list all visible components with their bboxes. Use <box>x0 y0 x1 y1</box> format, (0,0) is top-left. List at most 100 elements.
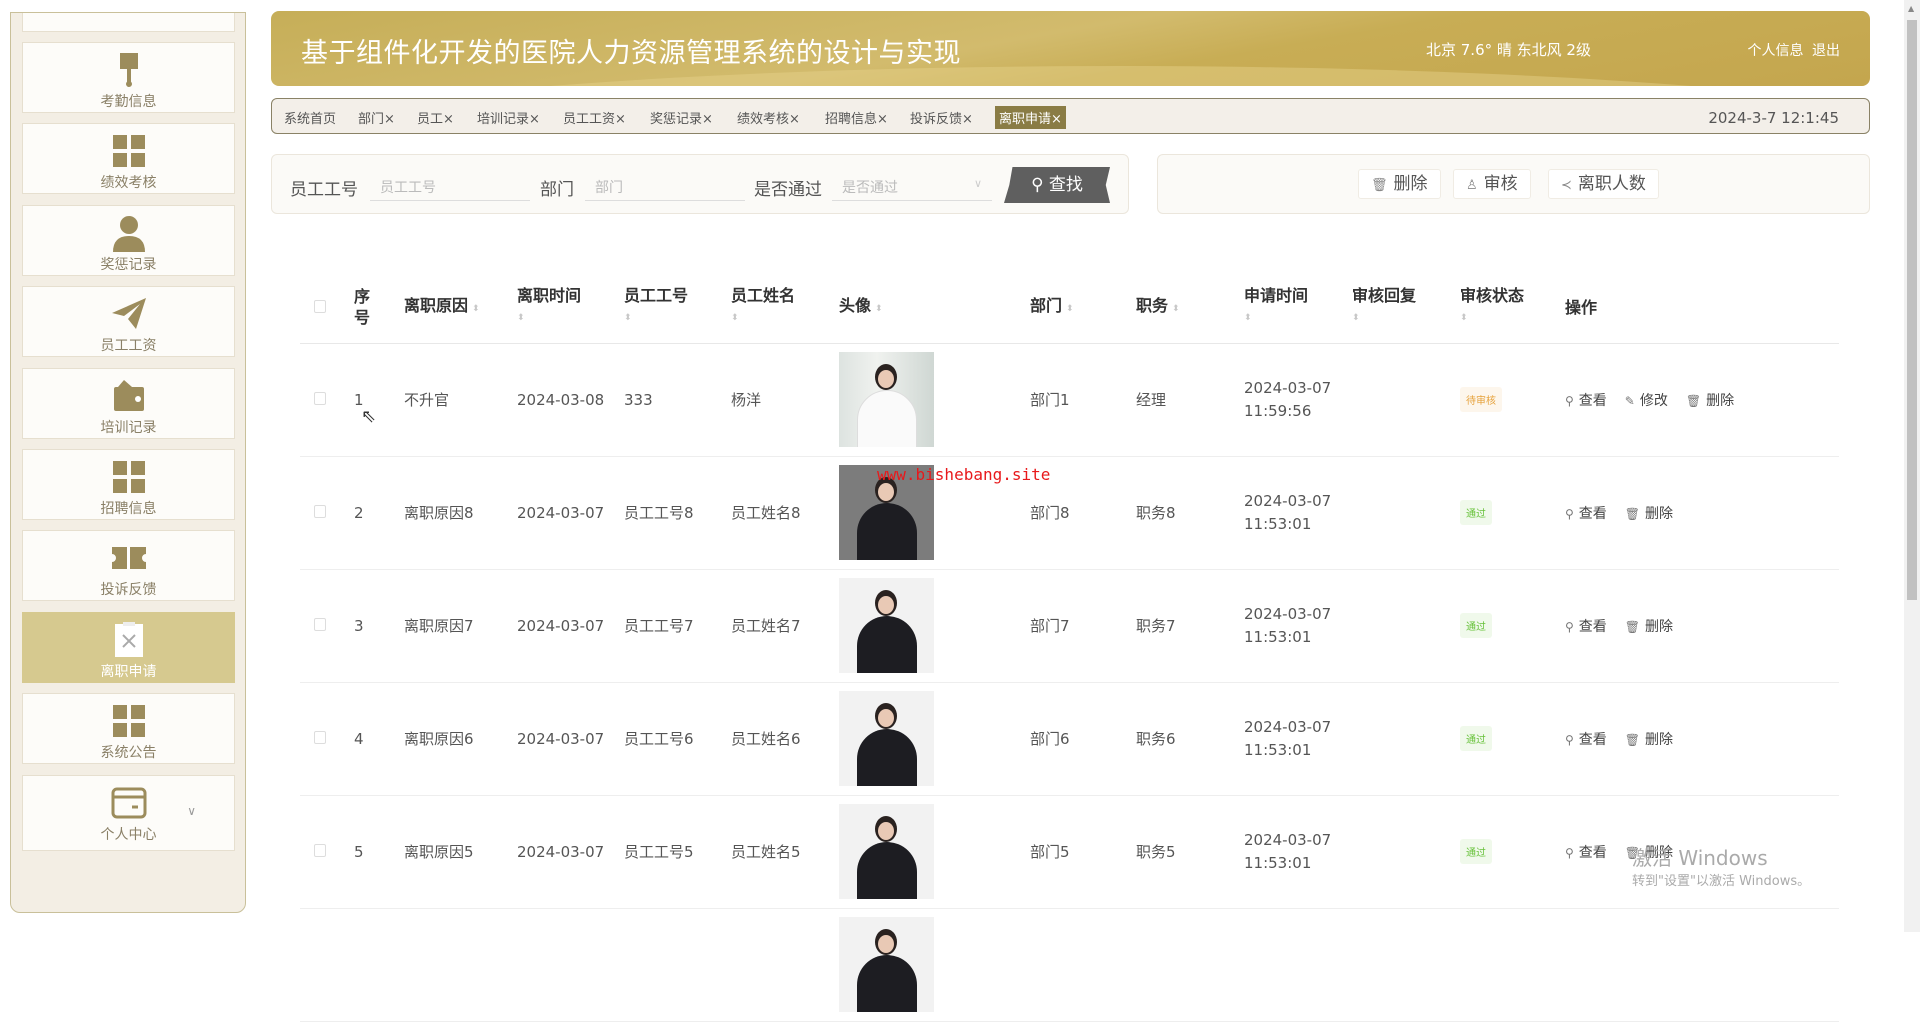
sort-icon[interactable]: ⬍ <box>1352 308 1451 329</box>
column-header[interactable]: 离职原因 ⬍ <box>395 272 508 344</box>
tab-4[interactable]: 员工工资× <box>563 108 626 127</box>
row-reply <box>1343 795 1451 909</box>
resign-count-button[interactable]: ≺ 离职人数 <box>1548 169 1659 199</box>
clock: 2024-3-7 12:1:45 <box>1708 109 1839 127</box>
column-header[interactable]: 员工姓名 ⬍ <box>722 272 830 344</box>
view-button[interactable]: ⚲ 查看 <box>1565 732 1607 748</box>
clipboard-x-icon <box>110 621 148 659</box>
sort-icon[interactable]: ⬍ <box>472 304 480 314</box>
row-checkbox[interactable] <box>314 391 326 405</box>
status-badge: 待审核 <box>1460 387 1502 412</box>
avatar[interactable] <box>839 352 934 447</box>
grid-icon <box>110 132 148 170</box>
select-all-checkbox[interactable] <box>314 299 326 313</box>
tab-5[interactable]: 奖惩记录× <box>650 108 713 127</box>
delete-button[interactable]: 🗑 删除 <box>1625 619 1673 635</box>
find-button[interactable]: ⚲ 查找 <box>1004 167 1110 203</box>
row-job: 职务7 <box>1127 569 1235 683</box>
scroll-up-icon[interactable]: ▲ <box>1908 4 1914 13</box>
batch-delete-button[interactable]: 🗑 删除 <box>1358 169 1441 199</box>
chevron-down-icon[interactable]: ∨ <box>187 804 196 818</box>
sidebar-item-3[interactable]: 员工工资 <box>22 286 235 358</box>
sidebar-item-5[interactable]: 招聘信息 <box>22 449 235 520</box>
sort-icon[interactable]: ⬍ <box>731 308 830 329</box>
logout-link[interactable]: 退出 <box>1812 43 1840 59</box>
tab-8[interactable]: 投诉反馈× <box>910 108 973 127</box>
scrollbar-thumb[interactable] <box>1907 20 1917 600</box>
avatar[interactable] <box>839 578 934 673</box>
column-header[interactable]: 序号 <box>345 272 395 344</box>
row-job: 职务5 <box>1127 795 1235 909</box>
column-header[interactable]: 部门 ⬍ <box>1021 272 1127 344</box>
delete-button[interactable]: 🗑 删除 <box>1625 506 1673 522</box>
row-resign-time: 2024-03-07 <box>508 795 615 909</box>
delete-label: 删除 <box>1645 505 1674 522</box>
delete-button[interactable]: 🗑 删除 <box>1686 393 1734 409</box>
column-header[interactable]: 离职时间 ⬍ <box>508 272 615 344</box>
tab-6[interactable]: 绩效考核× <box>737 108 800 127</box>
tab-3[interactable]: 培训记录× <box>477 108 540 127</box>
column-header[interactable]: 审核回复 ⬍ <box>1343 272 1451 344</box>
table-row: 5 离职原因5 2024-03-07 员工工号5 员工姓名5 部门5 职务5 2… <box>300 795 1839 909</box>
view-button[interactable]: ⚲ 查看 <box>1565 619 1607 635</box>
avatar[interactable] <box>839 804 934 899</box>
sidebar-item-4[interactable]: 培训记录 <box>22 367 235 439</box>
avatar[interactable] <box>839 916 934 1012</box>
row-checkbox[interactable] <box>314 617 326 631</box>
delete-button[interactable]: 🗑 删除 <box>1625 732 1673 748</box>
row-apply-date: 2024-03-07 <box>1244 830 1332 849</box>
column-header[interactable]: 审核状态 ⬍ <box>1451 272 1556 344</box>
sort-icon[interactable]: ⬍ <box>1244 308 1343 329</box>
row-emp-no: 员工工号8 <box>615 456 722 570</box>
sidebar-item-2[interactable]: 奖惩记录 <box>22 204 235 276</box>
row-reply <box>1343 569 1451 683</box>
tab-2[interactable]: 员工× <box>417 108 454 127</box>
header: 基于组件化开发的医院人力资源管理系统的设计与实现 北京 7.6° 晴 东北风 2… <box>271 11 1870 86</box>
sidebar-item-6[interactable]: 投诉反馈 <box>22 530 235 602</box>
sort-icon[interactable]: ⬍ <box>1460 308 1556 329</box>
sort-icon[interactable]: ⬍ <box>1066 304 1074 314</box>
sort-icon[interactable]: ⬍ <box>875 304 883 314</box>
column-header[interactable]: 职务 ⬍ <box>1127 272 1235 344</box>
sidebar-item-label: 绩效考核 <box>100 175 157 192</box>
sidebar-item-partial[interactable] <box>22 13 235 32</box>
row-reason: 离职原因5 <box>395 795 508 909</box>
tab-9[interactable]: 离职申请× <box>995 106 1066 129</box>
trash-icon: 🗑 <box>1624 619 1641 634</box>
watermark: www.bishebang.site <box>877 465 1051 484</box>
audit-label: 审核 <box>1483 174 1518 194</box>
column-header[interactable]: 头像 ⬍ <box>830 272 1021 344</box>
row-checkbox[interactable] <box>314 504 326 518</box>
tab-0[interactable]: 系统首页 <box>284 108 336 127</box>
row-checkbox[interactable] <box>314 843 326 857</box>
sidebar-item-0[interactable]: 考勤信息 <box>22 42 235 113</box>
avatar[interactable] <box>839 691 934 786</box>
edit-button[interactable]: ✎ 修改 <box>1625 393 1668 409</box>
tab-1[interactable]: 部门× <box>358 108 395 127</box>
column-header[interactable]: 员工工号 ⬍ <box>615 272 722 344</box>
row-emp-no: 333 <box>615 343 722 457</box>
sort-icon[interactable]: ⬍ <box>1172 304 1180 314</box>
row-no: 3 <box>345 569 395 683</box>
sort-icon[interactable]: ⬍ <box>517 308 615 329</box>
pass-select[interactable]: 是否通过 ∨ <box>832 168 992 201</box>
tab-7[interactable]: 招聘信息× <box>825 108 888 127</box>
sort-icon[interactable]: ⬍ <box>624 308 722 329</box>
sidebar-item-1[interactable]: 绩效考核 <box>22 123 235 195</box>
emp-no-input[interactable]: 员工工号 <box>370 168 530 201</box>
dept-input[interactable]: 部门 <box>585 168 745 201</box>
view-button[interactable]: ⚲ 查看 <box>1565 845 1607 861</box>
row-checkbox[interactable] <box>314 730 326 744</box>
brush-icon <box>110 51 148 89</box>
sidebar-item-7[interactable]: 离职申请 <box>22 611 235 683</box>
table-row: 3 离职原因7 2024-03-07 员工工号7 员工姓名7 部门7 职务7 2… <box>300 569 1839 683</box>
sidebar-item-9[interactable]: 个人中心 ∨ <box>22 774 235 851</box>
profile-link[interactable]: 个人信息 <box>1748 43 1804 59</box>
view-button[interactable]: ⚲ 查看 <box>1565 393 1607 409</box>
sidebar-item-8[interactable]: 系统公告 <box>22 693 235 765</box>
audit-button[interactable]: ♙ 审核 <box>1453 169 1531 199</box>
column-header[interactable]: 申请时间 ⬍ <box>1235 272 1343 344</box>
select-all-header <box>300 272 345 344</box>
view-button[interactable]: ⚲ 查看 <box>1565 506 1607 522</box>
scrollbar[interactable]: ▲ <box>1904 0 1920 932</box>
